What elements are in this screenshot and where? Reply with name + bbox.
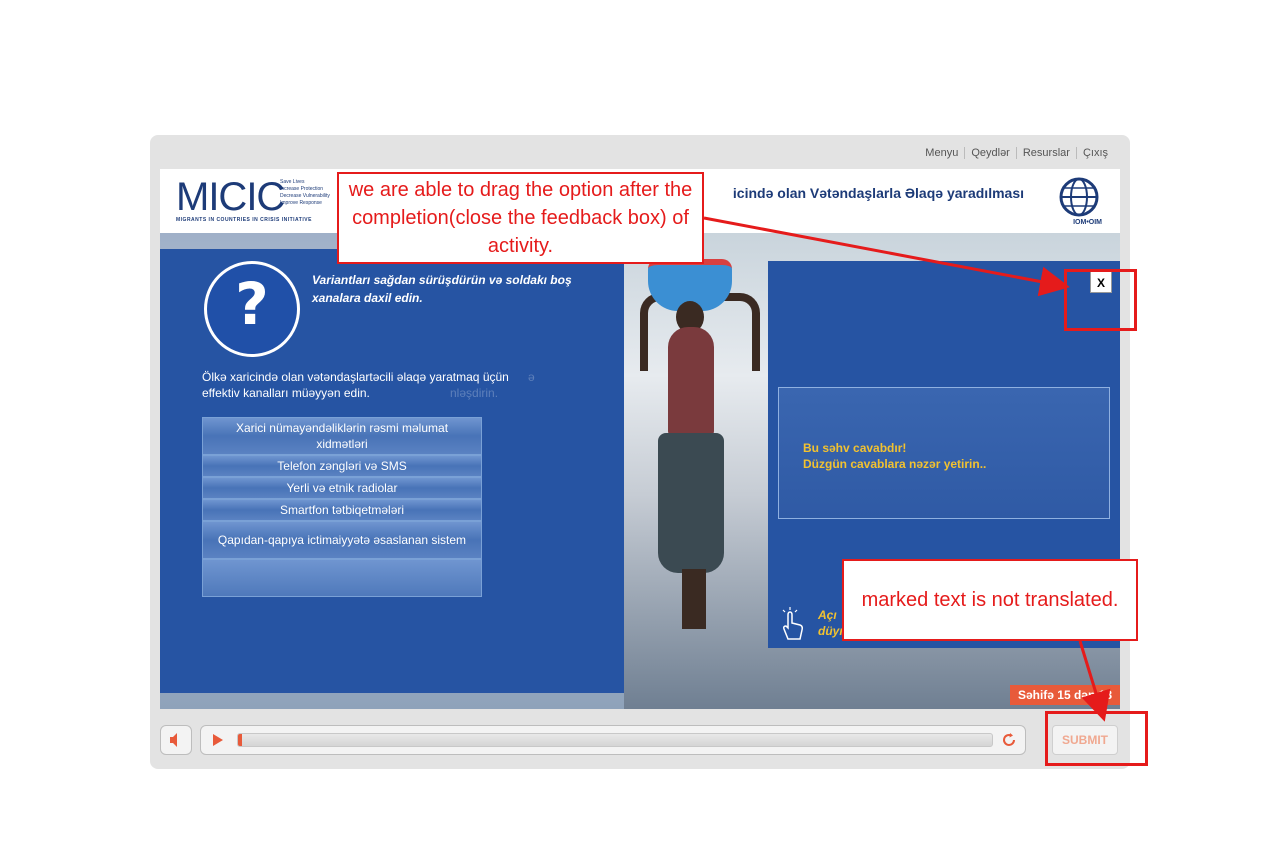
- nav-notes-link[interactable]: Qeydlər: [964, 147, 1016, 159]
- progress-fill: [238, 734, 242, 746]
- submit-button-highlight: [1045, 711, 1148, 766]
- instruction-text: Variantları sağdan sürüşdürün və soldakı…: [312, 273, 572, 305]
- ghost-text-1: ə: [528, 370, 535, 384]
- volume-button[interactable]: [160, 725, 192, 755]
- ghost-text-2: nləşdirin.: [450, 386, 499, 400]
- player-controls: SUBMIT: [160, 719, 1120, 759]
- micic-logo: MICIC: [176, 175, 285, 219]
- feedback-line-2: Düzgün cavablara nəzər yetirin..: [803, 457, 987, 471]
- hand-pointer-icon: [782, 607, 803, 640]
- nav-resources-link[interactable]: Resurslar: [1015, 147, 1076, 159]
- nav-menu-link[interactable]: Menyu: [919, 147, 964, 159]
- drag-option[interactable]: Xarici nümayəndəliklərin rəsmi məlumat x…: [202, 417, 482, 455]
- speaker-icon: [170, 733, 177, 747]
- translation-annotation-callout: marked text is not translated.: [842, 559, 1138, 641]
- close-button-highlight: [1064, 269, 1137, 331]
- drag-options-list: Xarici nümayəndəliklərin rəsmi məlumat x…: [202, 417, 482, 597]
- iom-label: IOM•OIM: [1073, 219, 1102, 226]
- feedback-line-1: Bu səhv cavabdır!: [803, 441, 907, 455]
- empty-drop-slot[interactable]: [202, 559, 482, 597]
- drag-option[interactable]: Telefon zəngləri və SMS: [202, 455, 482, 477]
- logo-taglines: Save Lives Increase Protection Decrease …: [280, 179, 340, 207]
- replay-icon[interactable]: [1001, 732, 1017, 748]
- logo-tagline: Save Lives: [280, 179, 305, 185]
- feedback-message: Bu səhv cavabdır! Düzgün cavablara nəzər…: [803, 440, 986, 472]
- nav-exit-link[interactable]: Çıxış: [1075, 147, 1114, 159]
- logo-tagline: Increase Protection: [280, 186, 324, 192]
- iom-globe-icon: [1059, 177, 1099, 217]
- course-title: icində olan Vətəndaşlarla Əlaqə yaradılm…: [732, 185, 1024, 201]
- top-nav: Menyu Qeydlər Resurslar Çıxış: [919, 147, 1114, 159]
- play-icon[interactable]: [213, 734, 223, 746]
- drag-option[interactable]: Smartfon tətbiqetmələri: [202, 499, 482, 521]
- logo-subtitle: MIGRANTS IN COUNTRIES IN CRISIS INITIATI…: [176, 217, 312, 223]
- feedback-message-box: Bu səhv cavabdır! Düzgün cavablara nəzər…: [778, 387, 1110, 519]
- photo-figure-legs: [682, 569, 706, 629]
- question-panel: ? Variantları sağdan sürüşdürün və solda…: [160, 249, 624, 693]
- logo-tagline: Decrease Vulnerability: [280, 193, 330, 199]
- drag-annotation-callout: we are able to drag the option after the…: [337, 172, 704, 264]
- progress-track[interactable]: [237, 733, 993, 747]
- drag-option[interactable]: Qapıdan-qapıya ictimaiyyətə əsaslanan si…: [202, 521, 482, 559]
- logo-tagline: Improve Response: [280, 200, 322, 206]
- question-mark-icon: ?: [204, 261, 300, 357]
- drag-option[interactable]: Yerli və etnik radiolar: [202, 477, 482, 499]
- photo-figure-skirt: [658, 433, 724, 573]
- photo-figure-body: [668, 327, 714, 437]
- seek-bar-container: [200, 725, 1026, 755]
- page-indicator: Səhifə 15 dən 18: [1009, 685, 1120, 705]
